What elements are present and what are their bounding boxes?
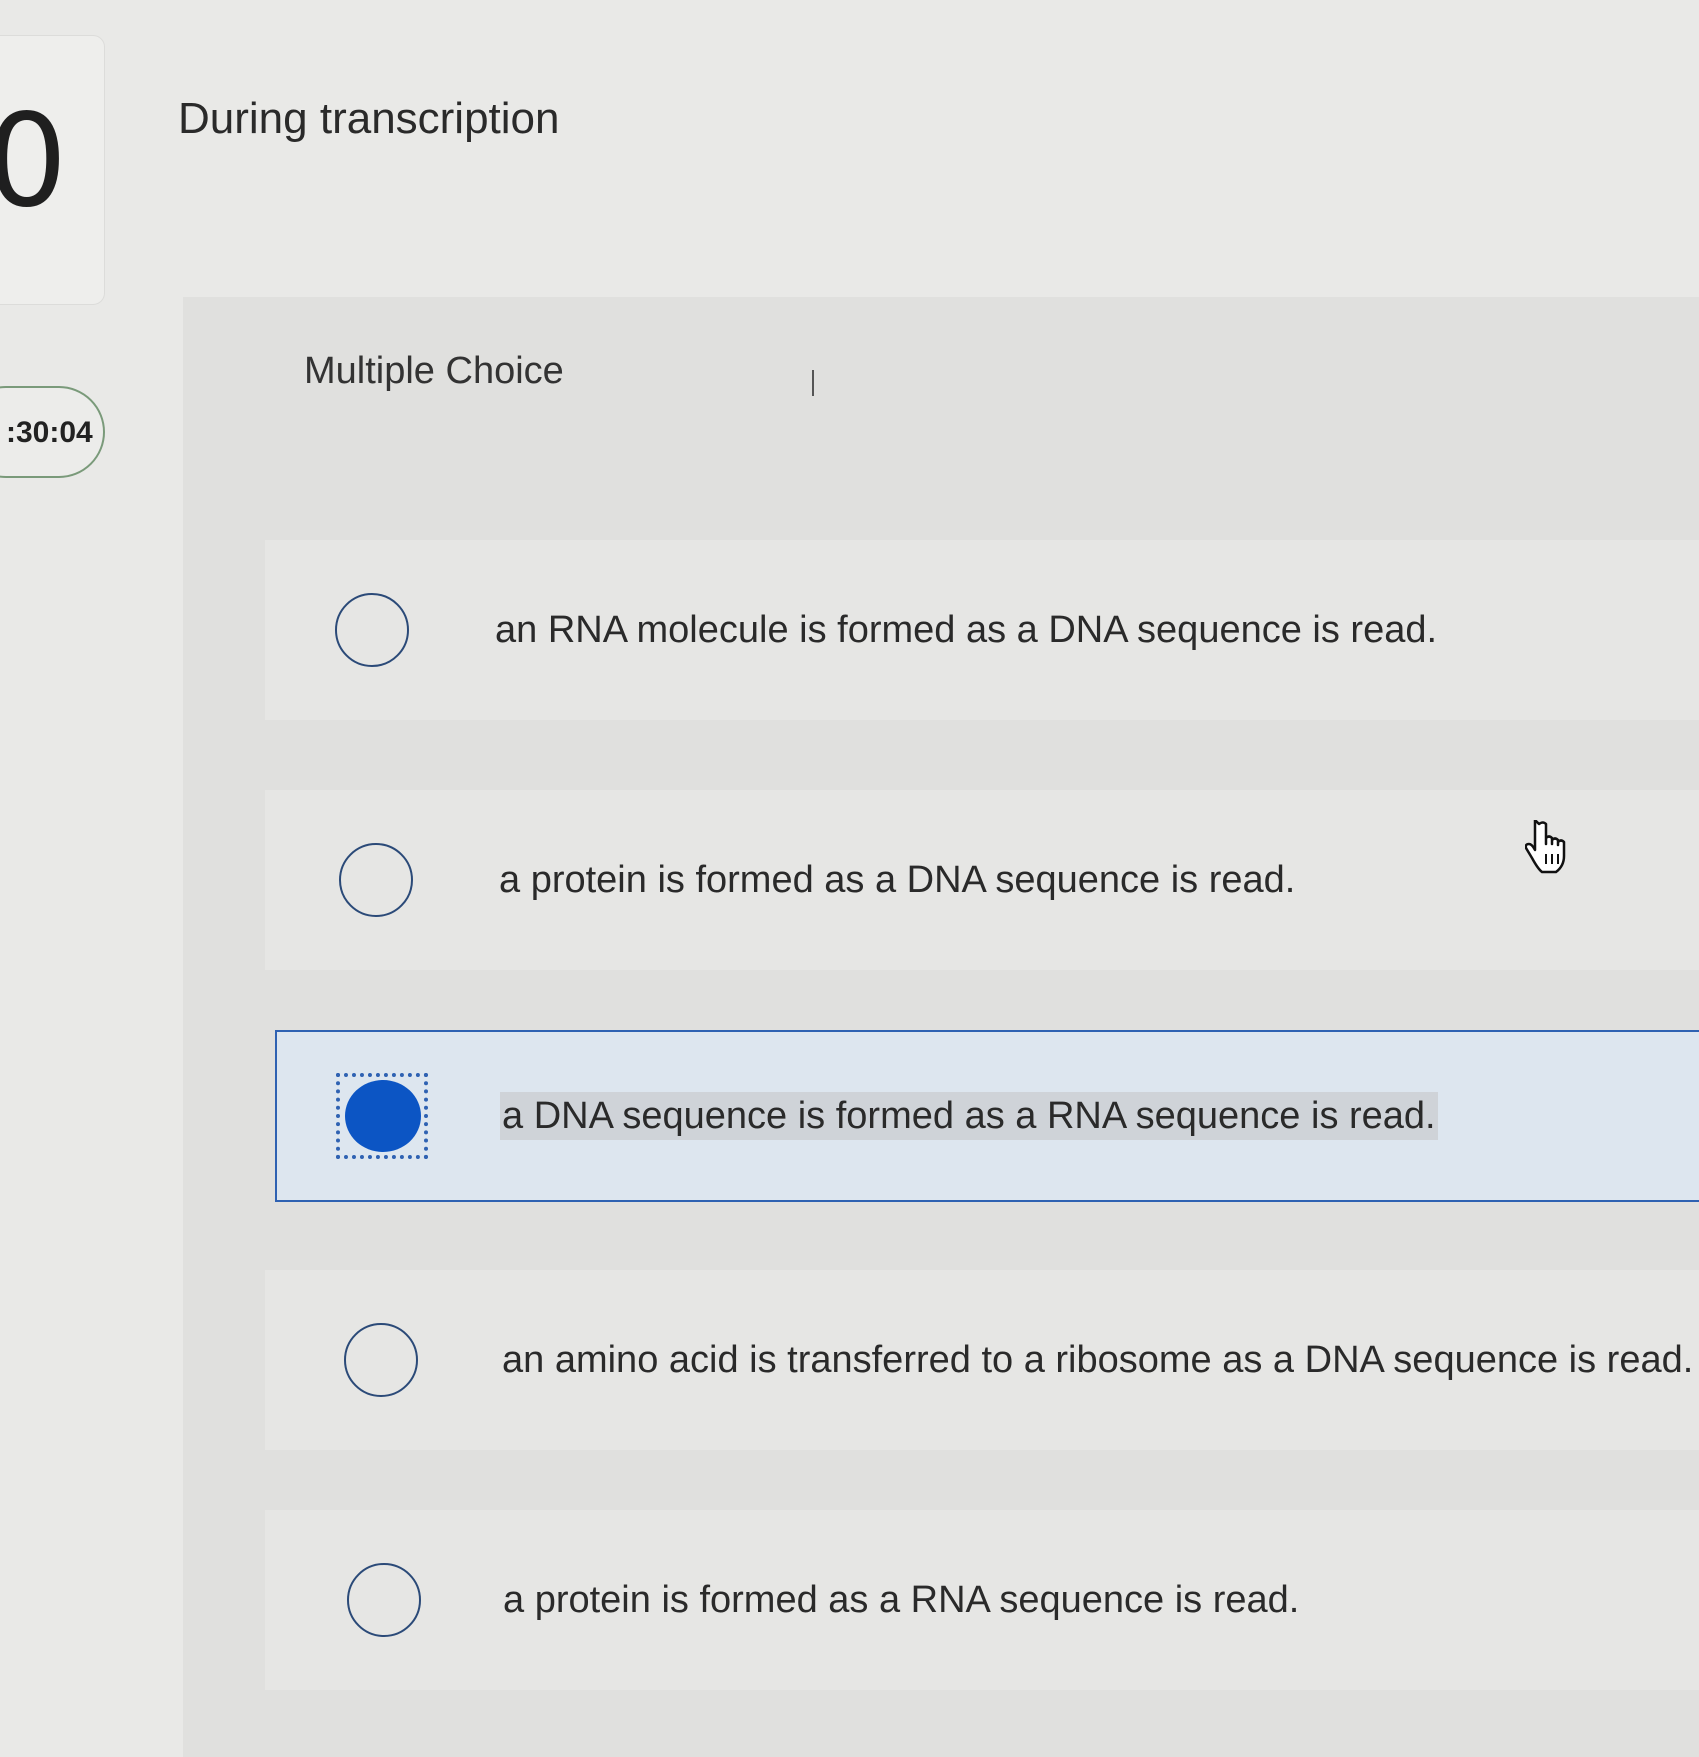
hand-pointer-icon (1525, 820, 1566, 874)
answer-option-5[interactable]: a protein is formed as a RNA sequence is… (265, 1510, 1699, 1690)
radio-button[interactable] (339, 843, 413, 917)
question-number: 0 (0, 87, 68, 236)
text-cursor (812, 370, 814, 396)
radio-button-selected[interactable] (336, 1073, 428, 1159)
option-text[interactable]: an RNA molecule is formed as a DNA seque… (495, 606, 1437, 654)
option-text[interactable]: a protein is formed as a RNA sequence is… (503, 1576, 1299, 1624)
timer-badge: :30:04 (0, 386, 105, 478)
answer-option-1[interactable]: an RNA molecule is formed as a DNA seque… (265, 540, 1699, 720)
option-text[interactable]: a protein is formed as a DNA sequence is… (499, 856, 1295, 904)
question-type-label: Multiple Choice (304, 350, 564, 392)
answer-option-4[interactable]: an amino acid is transferred to a riboso… (265, 1270, 1699, 1450)
option-text[interactable]: an amino acid is transferred to a riboso… (502, 1336, 1693, 1384)
radio-button[interactable] (335, 593, 409, 667)
radio-button[interactable] (347, 1563, 421, 1637)
timer-text: :30:04 (6, 416, 93, 449)
answer-option-2[interactable]: a protein is formed as a DNA sequence is… (265, 790, 1699, 970)
radio-button[interactable] (344, 1323, 418, 1397)
option-text[interactable]: a DNA sequence is formed as a RNA sequen… (500, 1092, 1438, 1140)
radio-selected-dot (345, 1080, 421, 1152)
answer-option-3-selected[interactable]: a DNA sequence is formed as a RNA sequen… (275, 1030, 1699, 1202)
question-title: During transcription (178, 94, 560, 143)
